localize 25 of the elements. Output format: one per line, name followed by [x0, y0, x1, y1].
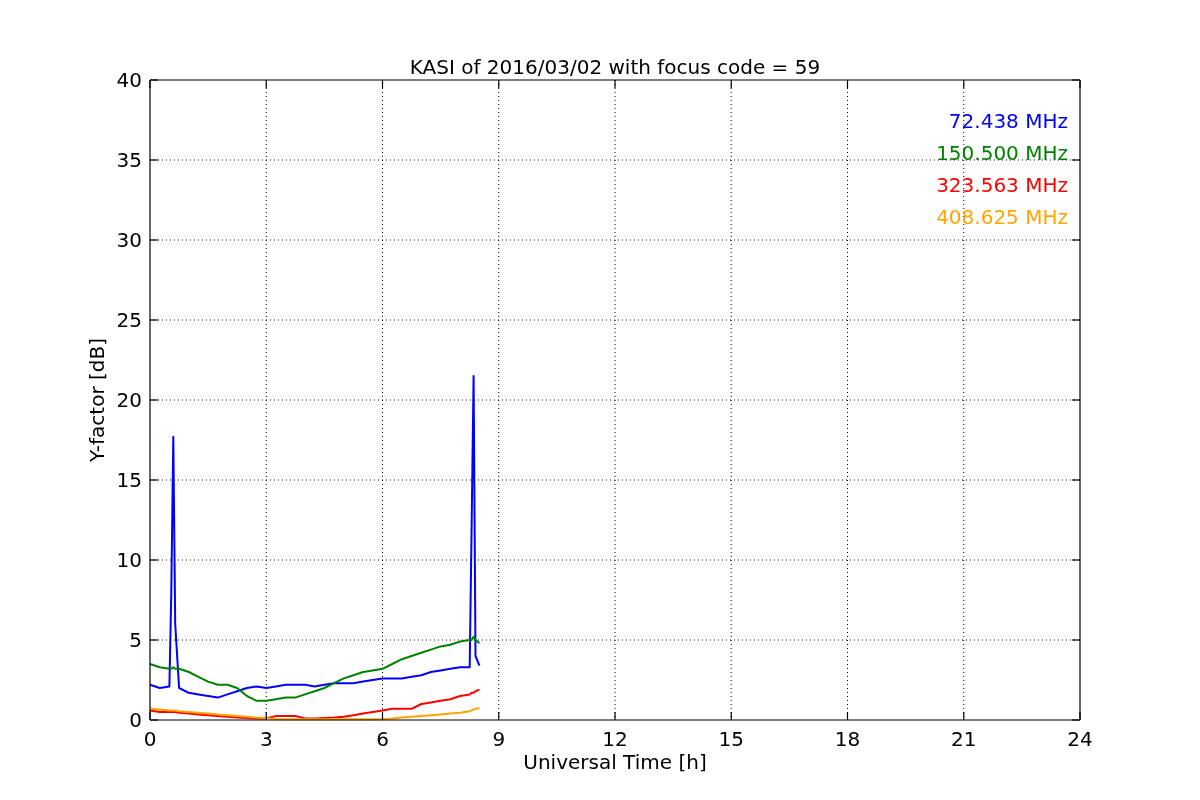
tick-label: 9: [492, 727, 506, 751]
legend-label: 72.438 MHz: [948, 109, 1068, 133]
tick-label: 24: [1067, 727, 1093, 751]
legend-label: 323.563 MHz: [936, 173, 1068, 197]
tick-label: 30: [116, 228, 142, 252]
tick-label: 25: [116, 308, 142, 332]
tick-label: 12: [602, 727, 628, 751]
tick-label: 6: [376, 727, 389, 751]
axis-title: Universal Time [h]: [523, 750, 707, 774]
tick-label: 35: [116, 148, 142, 172]
tick-label: 18: [834, 727, 861, 751]
tick-label: 21: [951, 727, 977, 751]
tick-label: 10: [116, 548, 142, 572]
tick-label: 20: [116, 388, 142, 412]
tick-label: 0: [129, 708, 142, 732]
chart-title: KASI of 2016/03/02 with focus code = 59: [409, 55, 821, 79]
legend-label: 150.500 MHz: [936, 141, 1068, 165]
tick-label: 3: [259, 727, 273, 751]
tick-label: 5: [129, 628, 142, 652]
tick-label: 15: [718, 727, 744, 751]
tick-label: 40: [116, 68, 142, 92]
tick-label: 0: [143, 727, 157, 751]
legend-label: 408.625 MHz: [936, 205, 1068, 229]
tick-label: 15: [116, 468, 142, 492]
axis-title: Y-factor [dB]: [85, 338, 109, 462]
